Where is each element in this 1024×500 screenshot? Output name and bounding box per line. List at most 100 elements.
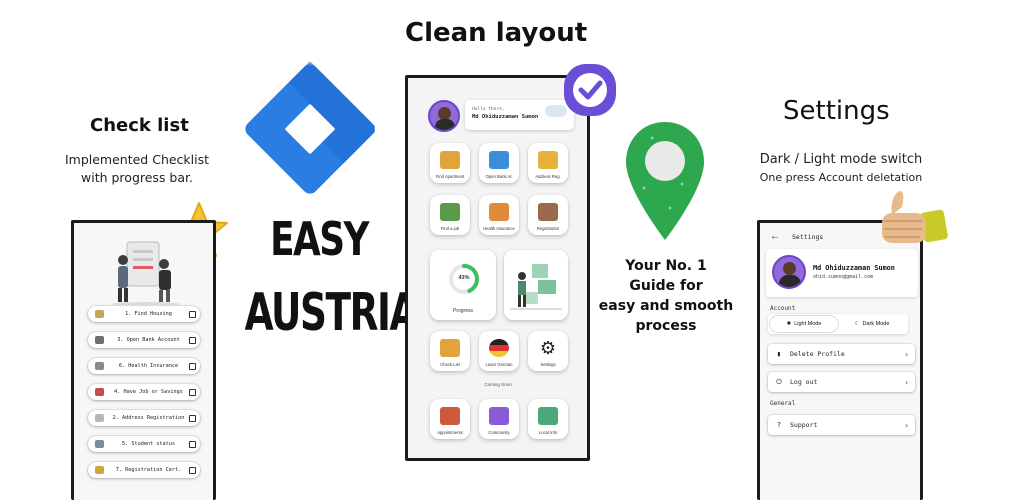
progress-card[interactable]: 43% Progress bbox=[430, 250, 496, 320]
tile-address-reg[interactable]: Address Reg. bbox=[528, 143, 568, 183]
guide-line2: Guide for bbox=[629, 278, 703, 294]
checkbox[interactable] bbox=[189, 310, 196, 318]
tile-community[interactable]: Community bbox=[479, 399, 519, 439]
thumbs-up-icon bbox=[882, 191, 948, 243]
tile-learn-german[interactable]: Learn German bbox=[479, 331, 519, 371]
tile-health-insurance[interactable]: Health Insurance bbox=[479, 195, 519, 235]
checklist-item-label: 4. Have Job or Savings bbox=[114, 389, 183, 395]
checklist-item[interactable]: 3. Open Bank Account bbox=[88, 332, 200, 348]
chevron-right-icon: › bbox=[904, 420, 909, 430]
tile-label: Health Insurance bbox=[483, 226, 515, 231]
checklist-item-label: 7. Registration Cert. bbox=[115, 467, 182, 473]
calendar-icon bbox=[440, 407, 460, 425]
certificate-icon bbox=[95, 466, 104, 474]
checkbox[interactable] bbox=[189, 440, 196, 448]
greeting-card: Hello there, Md Ohiduzzaman Sumon bbox=[465, 100, 574, 130]
checkbox[interactable] bbox=[189, 466, 196, 474]
progress-label: Progress bbox=[452, 308, 473, 314]
address-icon bbox=[95, 414, 104, 422]
tile-find-job[interactable]: Find a job bbox=[430, 195, 470, 235]
health-icon bbox=[95, 362, 104, 370]
tile-local-info[interactable]: Local Info bbox=[528, 399, 568, 439]
settings-caption-line2: One press Account deletation bbox=[759, 171, 923, 184]
log-out-label: Log out bbox=[790, 378, 818, 386]
support-label: Support bbox=[790, 421, 818, 429]
check-badge-icon bbox=[564, 64, 616, 116]
avatar[interactable] bbox=[428, 100, 460, 132]
german-flag-icon bbox=[489, 339, 509, 357]
checkbox[interactable] bbox=[189, 414, 196, 422]
health-icon bbox=[489, 203, 509, 221]
main-phone: Hello there, Md Ohiduzzaman Sumon Find A… bbox=[405, 75, 590, 461]
checklist-caption-title: Check list bbox=[90, 115, 189, 136]
tile-label: Address Reg. bbox=[535, 174, 561, 179]
checklist-caption-line2: with progress bar. bbox=[81, 170, 193, 185]
theme-switch: ✺ Light Mode ☾ Dark Mode bbox=[768, 314, 908, 334]
illustration-card bbox=[504, 250, 568, 320]
tile-label: Open Bank Ac bbox=[485, 174, 513, 179]
settings-phone: ← Settings Md Ohiduzzaman Sumon ohid.sum… bbox=[757, 220, 923, 500]
trash-icon: ▮ bbox=[776, 350, 782, 358]
checklist-item-label: 6. Health Insurance bbox=[118, 363, 179, 369]
student-icon bbox=[95, 440, 104, 448]
back-arrow-icon[interactable]: ← bbox=[770, 231, 780, 242]
settings-header-title: Settings bbox=[792, 233, 824, 241]
tile-check-list[interactable]: Check List bbox=[430, 331, 470, 371]
tile-label: Learn German bbox=[485, 362, 513, 367]
checklist-item-label: 5. Student status bbox=[121, 441, 176, 447]
moving-boxes-illustration bbox=[510, 264, 562, 310]
checklist-icon bbox=[440, 339, 460, 357]
tile-open-bank[interactable]: Open Bank Ac bbox=[479, 143, 519, 183]
delete-profile-row[interactable]: ▮ Delete Profile › bbox=[768, 344, 915, 364]
job-icon bbox=[95, 388, 104, 396]
dark-mode-option[interactable]: ☾ Dark Mode bbox=[838, 316, 906, 332]
profile-card: Md Ohiduzzaman Sumon ohid.sumon@gmail.co… bbox=[766, 249, 918, 297]
gear-icon: ⚙ bbox=[539, 338, 557, 358]
apartment-icon bbox=[440, 151, 460, 169]
checklist-phone: 1. Find Housing 3. Open Bank Account 6. … bbox=[71, 220, 216, 500]
checklist-item[interactable]: 5. Student status bbox=[88, 436, 200, 452]
dark-mode-label: Dark Mode bbox=[862, 321, 890, 327]
checkbox[interactable] bbox=[189, 388, 196, 396]
progress-value: 43% bbox=[458, 275, 470, 281]
tile-label: Find a job bbox=[440, 226, 460, 231]
user-name: Md Ohiduzzaman Sumon bbox=[472, 114, 539, 120]
log-out-row[interactable]: ⏻ Log out › bbox=[768, 372, 915, 392]
tile-label: Community bbox=[488, 430, 510, 435]
tile-find-apartment[interactable]: Find Apartment bbox=[430, 143, 470, 183]
checkbox[interactable] bbox=[189, 336, 196, 344]
settings-caption-line1: Dark / Light mode switch bbox=[759, 152, 923, 167]
checkbox[interactable] bbox=[189, 362, 196, 370]
shop-icon bbox=[538, 407, 558, 425]
support-row[interactable]: ? Support › bbox=[768, 415, 915, 435]
tile-label: Local Info bbox=[538, 430, 558, 435]
power-icon: ⏻ bbox=[776, 377, 782, 386]
avatar[interactable] bbox=[772, 255, 806, 289]
light-mode-option[interactable]: ✺ Light Mode bbox=[770, 316, 838, 332]
brand-name-line2: AUSTRIA bbox=[244, 283, 419, 343]
bank-icon bbox=[95, 336, 104, 344]
delete-profile-label: Delete Profile bbox=[790, 350, 845, 358]
greeting-text: Hello there, bbox=[472, 107, 505, 112]
checklist-item-label: 3. Open Bank Account bbox=[117, 337, 180, 343]
chevron-right-icon: › bbox=[904, 349, 909, 359]
checklist-item[interactable]: 6. Health Insurance bbox=[88, 358, 200, 374]
checklist-item[interactable]: 1. Find Housing bbox=[88, 306, 200, 322]
tile-settings[interactable]: ⚙ Settings bbox=[528, 331, 568, 371]
checklist-item[interactable]: 7. Registration Cert. bbox=[88, 462, 200, 478]
section-account-label: Account bbox=[770, 305, 796, 312]
chevron-right-icon: › bbox=[904, 377, 909, 387]
tile-appointments[interactable]: Appointments bbox=[430, 399, 470, 439]
document-icon bbox=[538, 151, 558, 169]
tile-registration[interactable]: Registration bbox=[528, 195, 568, 235]
center-caption-title: Clean layout bbox=[405, 18, 588, 48]
checklist-caption-line1: Implemented Checklist bbox=[64, 152, 210, 167]
checklist-item[interactable]: 2. Address Registration bbox=[88, 410, 200, 426]
checklist-item[interactable]: 4. Have Job or Savings bbox=[88, 384, 200, 400]
registration-icon bbox=[538, 203, 558, 221]
brand-name-line1: EASY bbox=[270, 212, 369, 266]
settings-caption-title: Settings bbox=[783, 96, 890, 126]
job-icon bbox=[440, 203, 460, 221]
tile-label: Appointments bbox=[437, 430, 463, 435]
tile-label: Registration bbox=[536, 226, 560, 231]
